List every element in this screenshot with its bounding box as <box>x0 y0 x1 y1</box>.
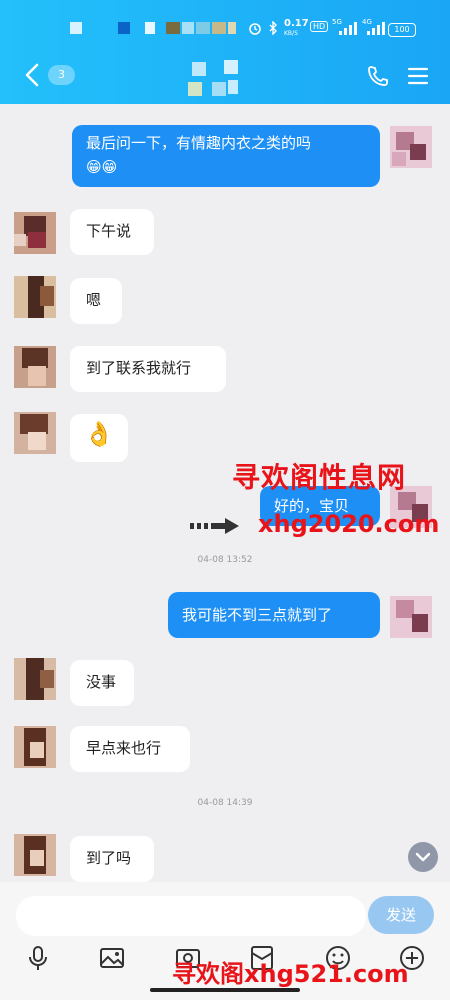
notification-icon <box>212 22 226 34</box>
message-bubble-out[interactable]: 我可能不到三点就到了 <box>168 592 380 638</box>
scroll-to-bottom-button[interactable] <box>408 842 438 872</box>
image-icon[interactable] <box>98 944 126 972</box>
message-text: 嗯 <box>86 291 102 309</box>
message-text: 到了联系我就行 <box>86 359 192 377</box>
status-bar: 0.17 KB/S HD 5G 4G 100 <box>0 0 450 56</box>
emoji: 😁😁 <box>86 158 118 176</box>
avatar-contact[interactable] <box>14 212 56 254</box>
home-indicator[interactable] <box>150 988 300 992</box>
signal-icon <box>339 22 357 35</box>
message-text: 到了吗 <box>86 849 132 867</box>
avatar-contact[interactable] <box>14 726 56 768</box>
phone-call-icon[interactable] <box>366 64 390 88</box>
notification-icon <box>70 22 82 34</box>
message-bubble-in[interactable]: 早点来也行 <box>70 726 190 772</box>
bluetooth-icon <box>269 21 277 35</box>
timestamp: 04-08 13:52 <box>197 555 253 565</box>
net-speed: 0.17 <box>284 18 309 29</box>
notification-icon <box>145 22 155 34</box>
timestamp: 04-08 14:39 <box>197 798 253 808</box>
message-text: 下午说 <box>86 222 132 240</box>
avatar-contact[interactable] <box>14 412 56 454</box>
message-text: 早点来也行 <box>86 739 162 757</box>
microphone-icon[interactable] <box>24 944 52 972</box>
avatar-self[interactable] <box>390 596 432 638</box>
hd-badge: HD <box>310 21 329 32</box>
message-bubble-in[interactable]: 到了吗 <box>70 836 154 882</box>
message-bubble-in[interactable]: 👌 <box>70 414 128 462</box>
send-button[interactable]: 发送 <box>368 896 434 934</box>
ok-hand-emoji: 👌 <box>84 420 114 448</box>
watermark-title: 寻欢阁性息网 <box>232 461 407 494</box>
alarm-icon <box>249 23 261 35</box>
message-bubble-in[interactable]: 嗯 <box>70 278 122 324</box>
unread-badge[interactable]: 3 <box>48 65 75 85</box>
message-bubble-in[interactable]: 到了联系我就行 <box>70 346 226 392</box>
battery-indicator: 100 <box>388 23 416 37</box>
avatar-contact[interactable] <box>14 834 56 876</box>
message-bubble-out[interactable]: 最后问一下，有情趣内衣之类的吗 😁😁 <box>72 125 380 187</box>
message-input[interactable] <box>16 896 366 936</box>
avatar-contact[interactable] <box>14 346 56 388</box>
chevron-down-icon <box>415 852 431 862</box>
notification-icon <box>166 22 180 34</box>
net-speed-unit: KB/S <box>284 30 298 37</box>
avatar-contact[interactable] <box>14 658 56 700</box>
signal-icon <box>367 22 385 35</box>
notification-icon <box>182 22 194 34</box>
notification-icon <box>118 22 130 34</box>
message-bubble-in[interactable]: 没事 <box>70 660 134 706</box>
message-text: 我可能不到三点就到了 <box>182 606 333 624</box>
watermark-arrow-icon <box>190 518 239 534</box>
notification-icon <box>228 22 236 34</box>
message-text: 最后问一下，有情趣内衣之类的吗 <box>86 134 312 152</box>
contact-name <box>186 56 246 100</box>
message-bubble-in[interactable]: 下午说 <box>70 209 154 255</box>
menu-icon[interactable] <box>406 64 430 88</box>
message-text: 没事 <box>86 673 117 691</box>
watermark-url: xhg2020.com <box>258 510 440 538</box>
notification-icon <box>196 22 210 34</box>
watermark-footer: 寻欢阁xhg521.com <box>172 960 409 988</box>
avatar-contact[interactable] <box>14 276 56 318</box>
chat-header: 0.17 KB/S HD 5G 4G 100 3 <box>0 0 450 104</box>
avatar-self[interactable] <box>390 126 432 168</box>
back-arrow-icon[interactable] <box>22 62 42 88</box>
